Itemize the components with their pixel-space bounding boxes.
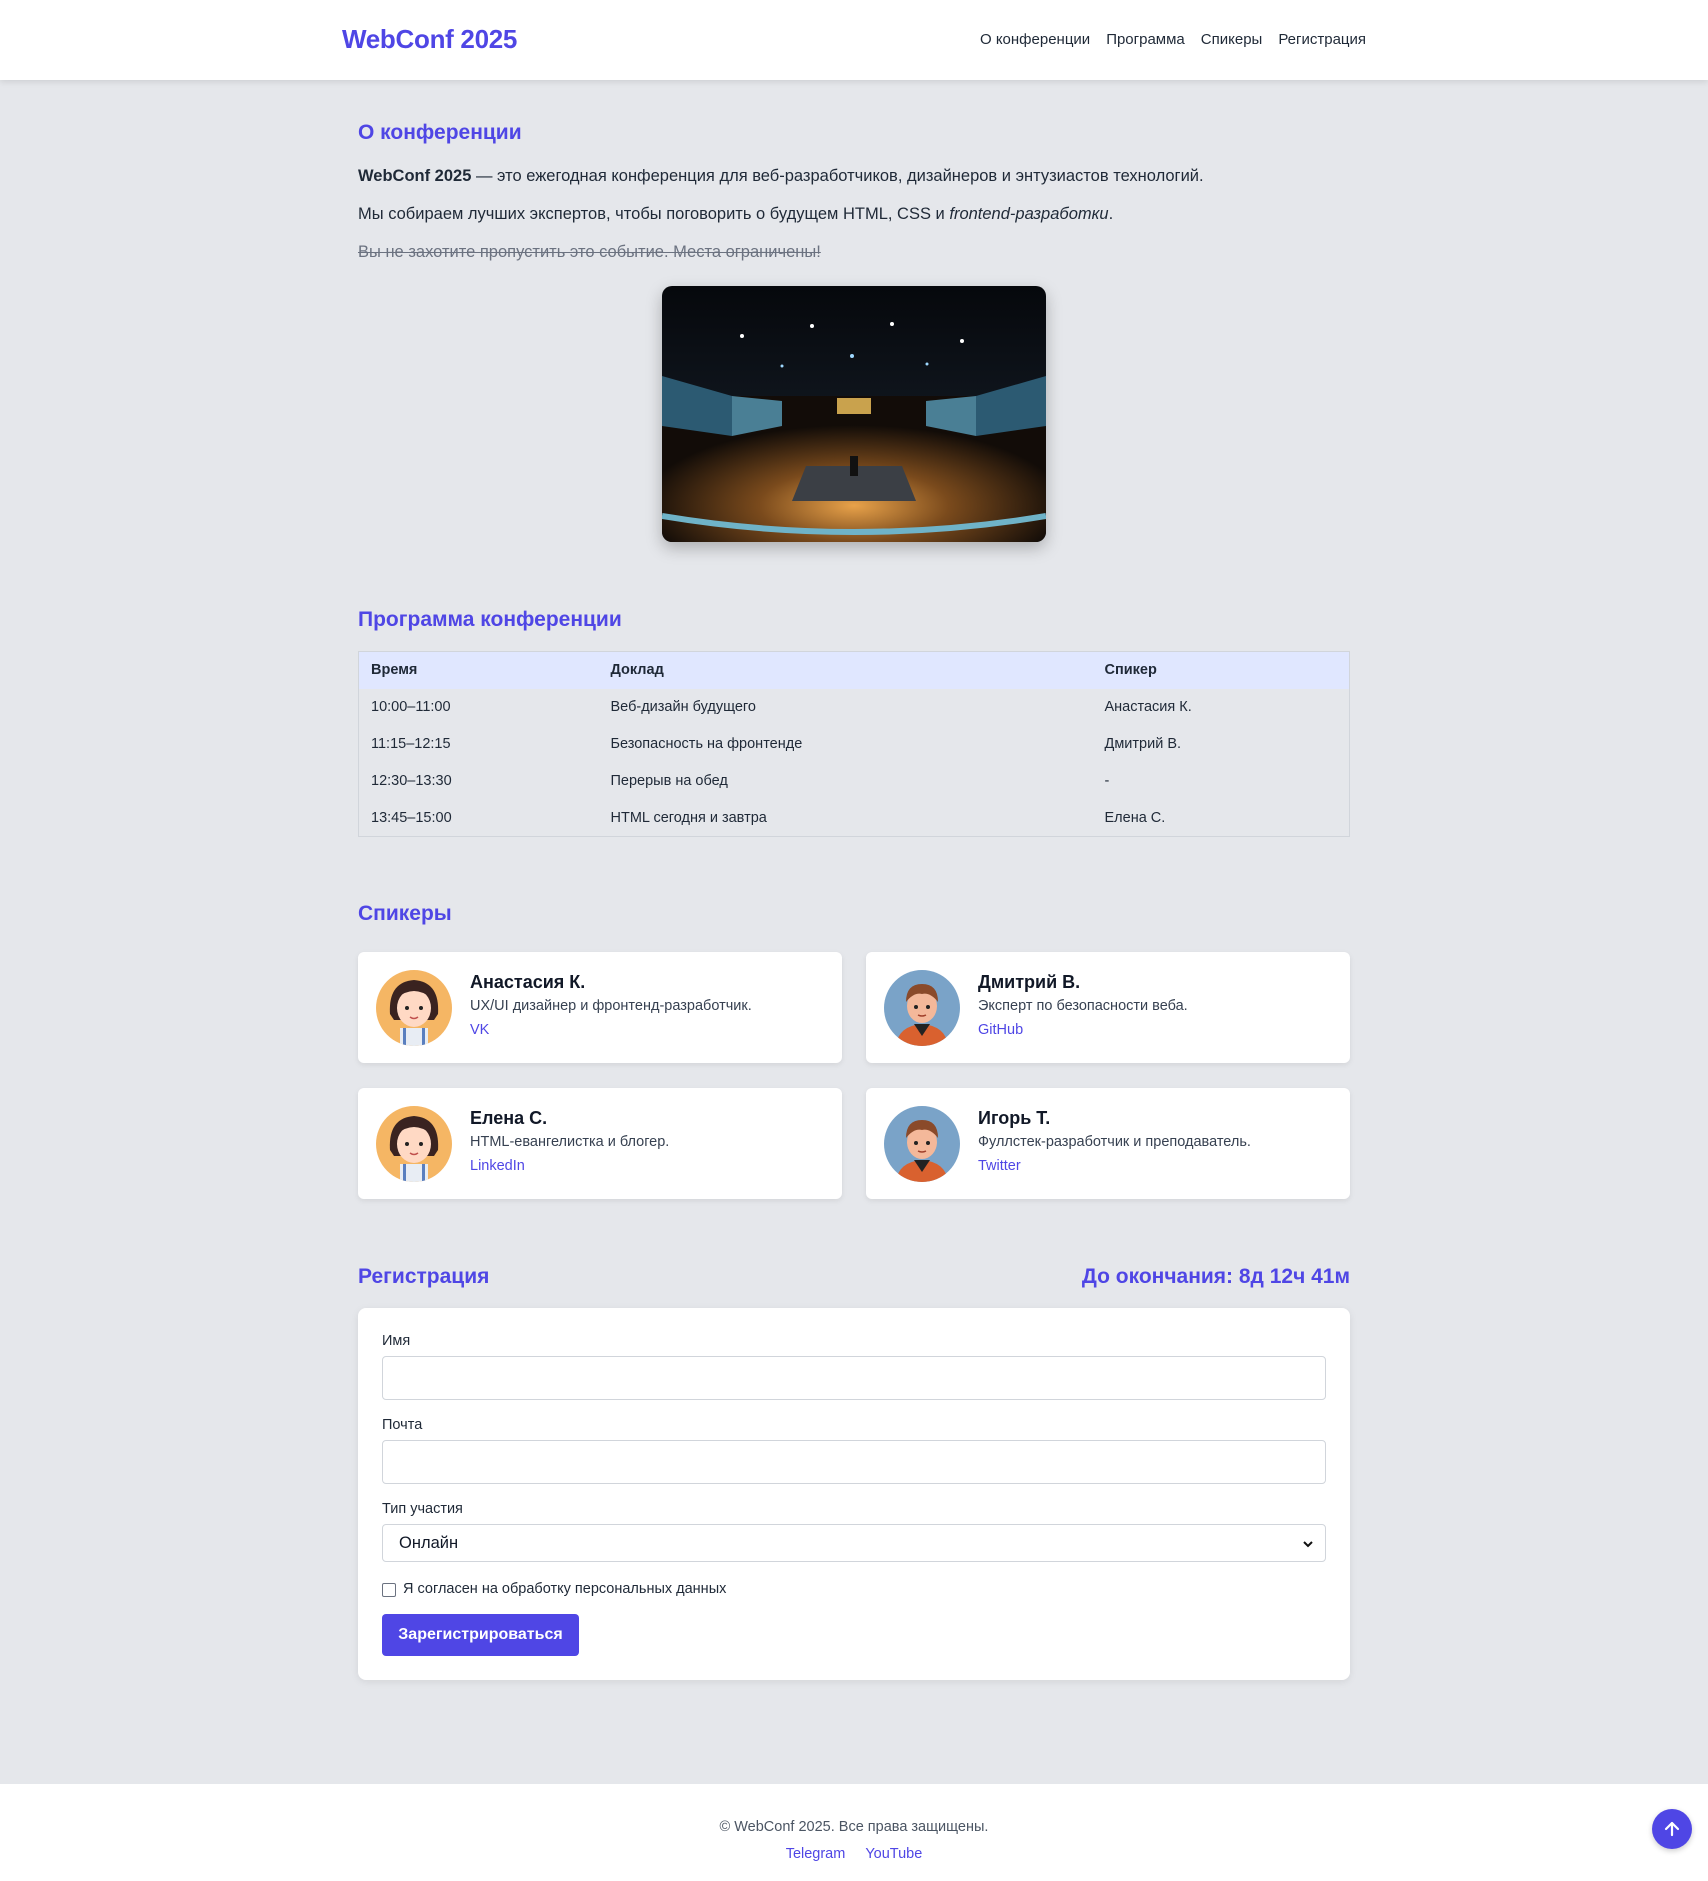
table-cell-talk: Безопасность на фронтенде — [610, 736, 803, 752]
footer-link-youtube[interactable]: YouTube — [865, 1846, 922, 1862]
consent-label: Я согласен на обработку персональных дан… — [403, 1581, 727, 1597]
table-header-time: Время — [358, 651, 599, 689]
nav-about[interactable]: О конференции — [980, 31, 1090, 48]
table-cell-time: 12:30–13:30 — [371, 773, 452, 789]
speaker-name: Дмитрий В. — [978, 972, 1081, 992]
table-cell-time: 13:45–15:00 — [371, 809, 452, 826]
about-mission: Мы собираем лучших экспертов, чтобы пого… — [358, 205, 1113, 224]
table-cell-speaker: Анастасия К. — [1104, 699, 1192, 715]
name-input[interactable] — [382, 1356, 1326, 1400]
speaker-link-vk[interactable]: VK — [470, 1022, 489, 1038]
consent-checkbox[interactable] — [382, 1583, 396, 1597]
table-cell-talk: Веб-дизайн будущего — [610, 699, 756, 715]
chevron-down-icon — [1303, 1541, 1313, 1548]
countdown-timer: До окончания: 8д 12ч 41м — [1081, 1265, 1350, 1288]
scroll-to-top-button[interactable] — [1652, 1809, 1692, 1849]
registration-form: Имя Почта Тип участия Онлайн Я согласен … — [358, 1308, 1350, 1680]
site-logo[interactable]: WebConf 2025 — [342, 24, 517, 55]
table-header-row: Время Доклад Спикер — [358, 651, 1350, 689]
speaker-link-linkedin[interactable]: LinkedIn — [470, 1158, 525, 1174]
avatar-male-icon — [884, 970, 960, 1046]
name-label: Имя — [382, 1333, 411, 1349]
table-header-speaker: Спикер — [1092, 651, 1350, 689]
table-cell-talk: HTML сегодня и завтра — [610, 809, 767, 826]
speaker-card: Игорь Т. Фуллстек-разработчик и преподав… — [866, 1088, 1350, 1199]
about-struck-note: Вы не захотите пропустить это событие. М… — [358, 243, 821, 261]
speaker-role: UX/UI дизайнер и фронтенд-разработчик. — [470, 998, 752, 1014]
speaker-name: Елена С. — [470, 1108, 548, 1128]
email-label: Почта — [382, 1417, 423, 1433]
participation-type-select[interactable]: Онлайн — [382, 1524, 1326, 1562]
table-cell-talk: Перерыв на обед — [610, 773, 728, 789]
schedule-table: Время Доклад Спикер 10:00–11:00 Веб-диза… — [358, 651, 1350, 837]
avatar-male-icon — [884, 1106, 960, 1182]
participation-type-value: Онлайн — [399, 1534, 459, 1552]
arrow-up-icon — [1664, 1821, 1680, 1837]
schedule-title: Программа конференции — [358, 608, 622, 631]
speaker-name: Игорь Т. — [978, 1108, 1051, 1128]
speakers-title: Спикеры — [358, 902, 452, 925]
site-footer: © WebConf 2025. Все права защищены. Tele… — [0, 1784, 1708, 1881]
about-intro-bold: WebConf 2025 — [358, 167, 472, 185]
main-nav: О конференции Программа Спикеры Регистра… — [980, 31, 1366, 48]
speaker-role: HTML-евангелистка и блогер. — [470, 1134, 670, 1150]
copyright-text: © WebConf 2025. Все права защищены. — [719, 1819, 989, 1835]
nav-speakers[interactable]: Спикеры — [1201, 31, 1263, 48]
speaker-card: Анастасия К. UX/UI дизайнер и фронтенд-р… — [358, 952, 842, 1063]
nav-registration[interactable]: Регистрация — [1278, 31, 1366, 48]
about-intro: WebConf 2025 — это ежегодная конференция… — [358, 167, 1204, 186]
table-row: 13:45–15:00 HTML сегодня и завтра Елена … — [359, 800, 1350, 837]
speaker-name: Анастасия К. — [470, 972, 586, 992]
table-cell-speaker: Елена С. — [1104, 809, 1166, 826]
conference-hall-image — [662, 286, 1046, 542]
footer-links: Telegram YouTube — [0, 1846, 1708, 1862]
register-button[interactable]: Зарегистрироваться — [382, 1614, 579, 1656]
table-row: 10:00–11:00 Веб-дизайн будущего Анастаси… — [359, 689, 1350, 726]
avatar-female-icon — [376, 1106, 452, 1182]
table-cell-speaker: Дмитрий В. — [1104, 736, 1182, 752]
speaker-role: Фуллстек-разработчик и преподаватель. — [978, 1134, 1251, 1150]
nav-program[interactable]: Программа — [1106, 31, 1185, 48]
about-mission-italic: frontend-разработки — [949, 205, 1109, 223]
table-row: 11:15–12:15 Безопасность на фронтенде Дм… — [359, 726, 1350, 763]
registration-title: Регистрация — [358, 1265, 490, 1288]
about-title: О конференции — [358, 121, 522, 144]
speaker-link-twitter[interactable]: Twitter — [978, 1158, 1021, 1174]
about-mission-end: . — [1108, 205, 1114, 223]
site-header: WebConf 2025 О конференции Программа Спи… — [0, 0, 1708, 80]
participation-type-label: Тип участия — [382, 1501, 463, 1517]
speaker-link-github[interactable]: GitHub — [978, 1022, 1023, 1038]
about-mission-text: Мы собираем лучших экспертов, чтобы пого… — [358, 205, 950, 223]
speaker-card: Дмитрий В. Эксперт по безопасности веба.… — [866, 952, 1350, 1063]
table-cell-time: 10:00–11:00 — [371, 699, 451, 715]
table-cell-speaker: - — [1104, 773, 1110, 789]
email-input[interactable] — [382, 1440, 1326, 1484]
footer-link-telegram[interactable]: Telegram — [786, 1846, 846, 1862]
about-intro-text: — это ежегодная конференция для веб-разр… — [471, 167, 1204, 185]
speaker-card: Елена С. HTML-евангелистка и блогер. Lin… — [358, 1088, 842, 1199]
avatar-female-icon — [376, 970, 452, 1046]
table-cell-time: 11:15–12:15 — [371, 736, 451, 752]
table-row: 12:30–13:30 Перерыв на обед - — [359, 763, 1350, 800]
speaker-role: Эксперт по безопасности веба. — [978, 998, 1188, 1014]
table-header-talk: Доклад — [598, 651, 1093, 689]
